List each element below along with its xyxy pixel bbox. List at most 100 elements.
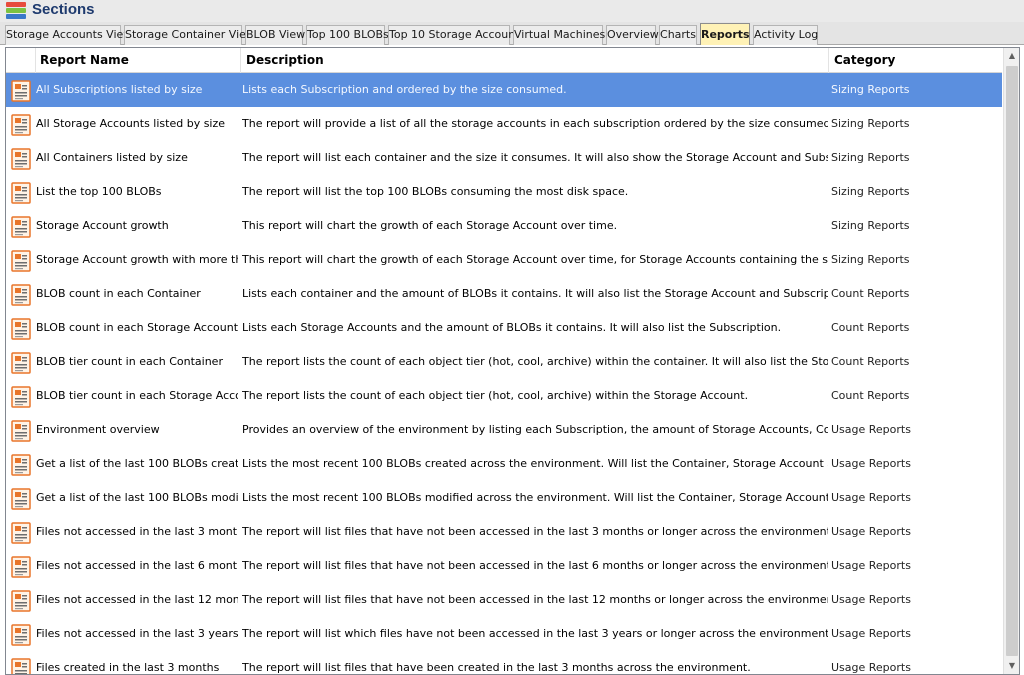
report-name-cell: Storage Account growth with more tha...	[36, 253, 238, 266]
tab-blob-view[interactable]: BLOB View	[245, 25, 305, 45]
report-icon	[11, 250, 31, 272]
report-category-cell: Usage Reports	[831, 491, 911, 504]
report-icon	[11, 454, 31, 476]
report-category-cell: Count Reports	[831, 355, 910, 368]
table-row[interactable]: BLOB tier count in each Storage Acco... T…	[6, 379, 1002, 413]
reports-grid: Report Name Description Category All Sub…	[5, 47, 1020, 675]
column-header-description[interactable]: Description	[241, 48, 829, 73]
report-icon	[11, 352, 31, 374]
report-name-cell: BLOB count in each Container	[36, 287, 201, 300]
column-header-category[interactable]: Category	[829, 48, 1002, 73]
table-row[interactable]: Files not accessed in the last 12 mont..…	[6, 583, 1002, 617]
report-category-cell: Usage Reports	[831, 661, 911, 674]
report-category-cell: Sizing Reports	[831, 253, 910, 266]
report-category-cell: Usage Reports	[831, 593, 911, 606]
report-name-cell: All Storage Accounts listed by size	[36, 117, 226, 130]
table-row[interactable]: List the top 100 BLOBs The report will li…	[6, 175, 1002, 209]
report-description-cell: The report will list which files have no…	[242, 627, 828, 640]
table-row[interactable]: Storage Account growth with more tha... T…	[6, 243, 1002, 277]
report-icon	[11, 114, 31, 136]
table-row[interactable]: All Containers listed by size The report …	[6, 141, 1002, 175]
report-category-cell: Usage Reports	[831, 457, 911, 470]
table-row[interactable]: All Subscriptions listed by size Lists ea…	[6, 73, 1002, 107]
report-description-cell: This report will chart the growth of eac…	[242, 219, 618, 232]
report-description-cell: The report will list the top 100 BLOBs c…	[242, 185, 629, 198]
table-row[interactable]: Files not accessed in the last 3 years .…	[6, 617, 1002, 651]
report-icon	[11, 216, 31, 238]
report-category-cell: Sizing Reports	[831, 151, 910, 164]
scroll-up-icon[interactable]: ▲	[1004, 48, 1019, 64]
report-category-cell: Count Reports	[831, 287, 910, 300]
report-icon	[11, 80, 31, 102]
report-category-cell: Sizing Reports	[831, 117, 910, 130]
report-icon	[11, 590, 31, 612]
table-row[interactable]: Environment overview Provides an overview…	[6, 413, 1002, 447]
report-icon	[11, 148, 31, 170]
tab-reports[interactable]: Reports	[700, 23, 750, 45]
report-name-cell: Files not accessed in the last 12 mont..…	[36, 593, 238, 606]
report-description-cell: Lists each Storage Accounts and the amou…	[242, 321, 782, 334]
report-icon	[11, 624, 31, 646]
report-name-cell: Storage Account growth	[36, 219, 169, 232]
table-row[interactable]: Get a list of the last 100 BLOBs modifie…	[6, 481, 1002, 515]
report-description-cell: The report will list files that have not…	[242, 559, 828, 572]
report-category-cell: Usage Reports	[831, 559, 911, 572]
report-name-cell: All Subscriptions listed by size	[36, 83, 203, 96]
table-row[interactable]: Storage Account growth This report will c…	[6, 209, 1002, 243]
icon-column-header[interactable]	[6, 48, 36, 73]
report-icon	[11, 386, 31, 408]
vertical-scrollbar[interactable]: ▲ ▼	[1003, 48, 1019, 674]
tab-charts[interactable]: Charts	[659, 25, 697, 45]
report-category-cell: Sizing Reports	[831, 185, 910, 198]
report-name-cell: Environment overview	[36, 423, 160, 436]
report-description-cell: Provides an overview of the environment …	[242, 423, 828, 436]
report-description-cell: The report will list each container and …	[242, 151, 828, 164]
report-description-cell: The report will list files that have not…	[242, 525, 828, 538]
report-icon	[11, 318, 31, 340]
report-description-cell: The report will list files that have not…	[242, 593, 828, 606]
table-row[interactable]: Files created in the last 3 months The re…	[6, 651, 1002, 674]
table-row[interactable]: All Storage Accounts listed by size The r…	[6, 107, 1002, 141]
scroll-down-icon[interactable]: ▼	[1004, 658, 1019, 674]
report-description-cell: The report will provide a list of all th…	[242, 117, 828, 130]
table-row[interactable]: BLOB tier count in each Container The rep…	[6, 345, 1002, 379]
report-name-cell: BLOB tier count in each Container	[36, 355, 223, 368]
report-name-cell: BLOB count in each Storage Account	[36, 321, 238, 334]
tab-storage-container-view[interactable]: Storage Container View	[124, 25, 255, 45]
report-icon	[11, 556, 31, 578]
report-description-cell: This report will chart the growth of eac…	[242, 253, 828, 266]
report-description-cell: The report will list files that have bee…	[242, 661, 751, 674]
table-row[interactable]: BLOB count in each Storage Account Lists …	[6, 311, 1002, 345]
report-name-cell: Get a list of the last 100 BLOBs modifie…	[36, 491, 238, 504]
tab-virtual-machines[interactable]: Virtual Machines	[513, 25, 605, 45]
report-description-cell: Lists the most recent 100 BLOBs modified…	[242, 491, 828, 504]
table-row[interactable]: Files not accessed in the last 6 month..…	[6, 549, 1002, 583]
report-category-cell: Sizing Reports	[831, 219, 910, 232]
table-row[interactable]: Get a list of the last 100 BLOBs created…	[6, 447, 1002, 481]
tab-overview[interactable]: Overview	[606, 25, 659, 45]
table-row[interactable]: BLOB count in each Container Lists each c…	[6, 277, 1002, 311]
report-name-cell: Files created in the last 3 months	[36, 661, 220, 674]
report-name-cell: List the top 100 BLOBs	[36, 185, 162, 198]
report-icon	[11, 658, 31, 674]
report-category-cell: Count Reports	[831, 321, 910, 334]
report-icon	[11, 522, 31, 544]
tab-activity-log[interactable]: Activity Log	[753, 25, 818, 45]
sections-icon	[6, 2, 26, 20]
report-icon	[11, 284, 31, 306]
scroll-thumb[interactable]	[1006, 66, 1018, 656]
report-icon	[11, 488, 31, 510]
tab-top-10-storage-accounts[interactable]: Top 10 Storage Accounts	[388, 25, 525, 45]
report-name-cell: Files not accessed in the last 6 month..…	[36, 559, 238, 572]
tab-storage-accounts-view[interactable]: Storage Accounts View	[5, 25, 132, 45]
table-row[interactable]: Files not accessed in the last 3 month..…	[6, 515, 1002, 549]
report-name-cell: Files not accessed in the last 3 month..…	[36, 525, 238, 538]
report-name-cell: All Containers listed by size	[36, 151, 188, 164]
tab-top-100-blobs[interactable]: Top 100 BLOBs	[306, 25, 389, 45]
report-description-cell: Lists each Subscription and ordered by t…	[242, 83, 567, 96]
report-description-cell: Lists each container and the amount of B…	[242, 287, 828, 300]
report-category-cell: Usage Reports	[831, 423, 911, 436]
report-icon	[11, 420, 31, 442]
column-header-report-name[interactable]: Report Name	[36, 48, 241, 73]
sections-title: Sections	[32, 1, 95, 18]
